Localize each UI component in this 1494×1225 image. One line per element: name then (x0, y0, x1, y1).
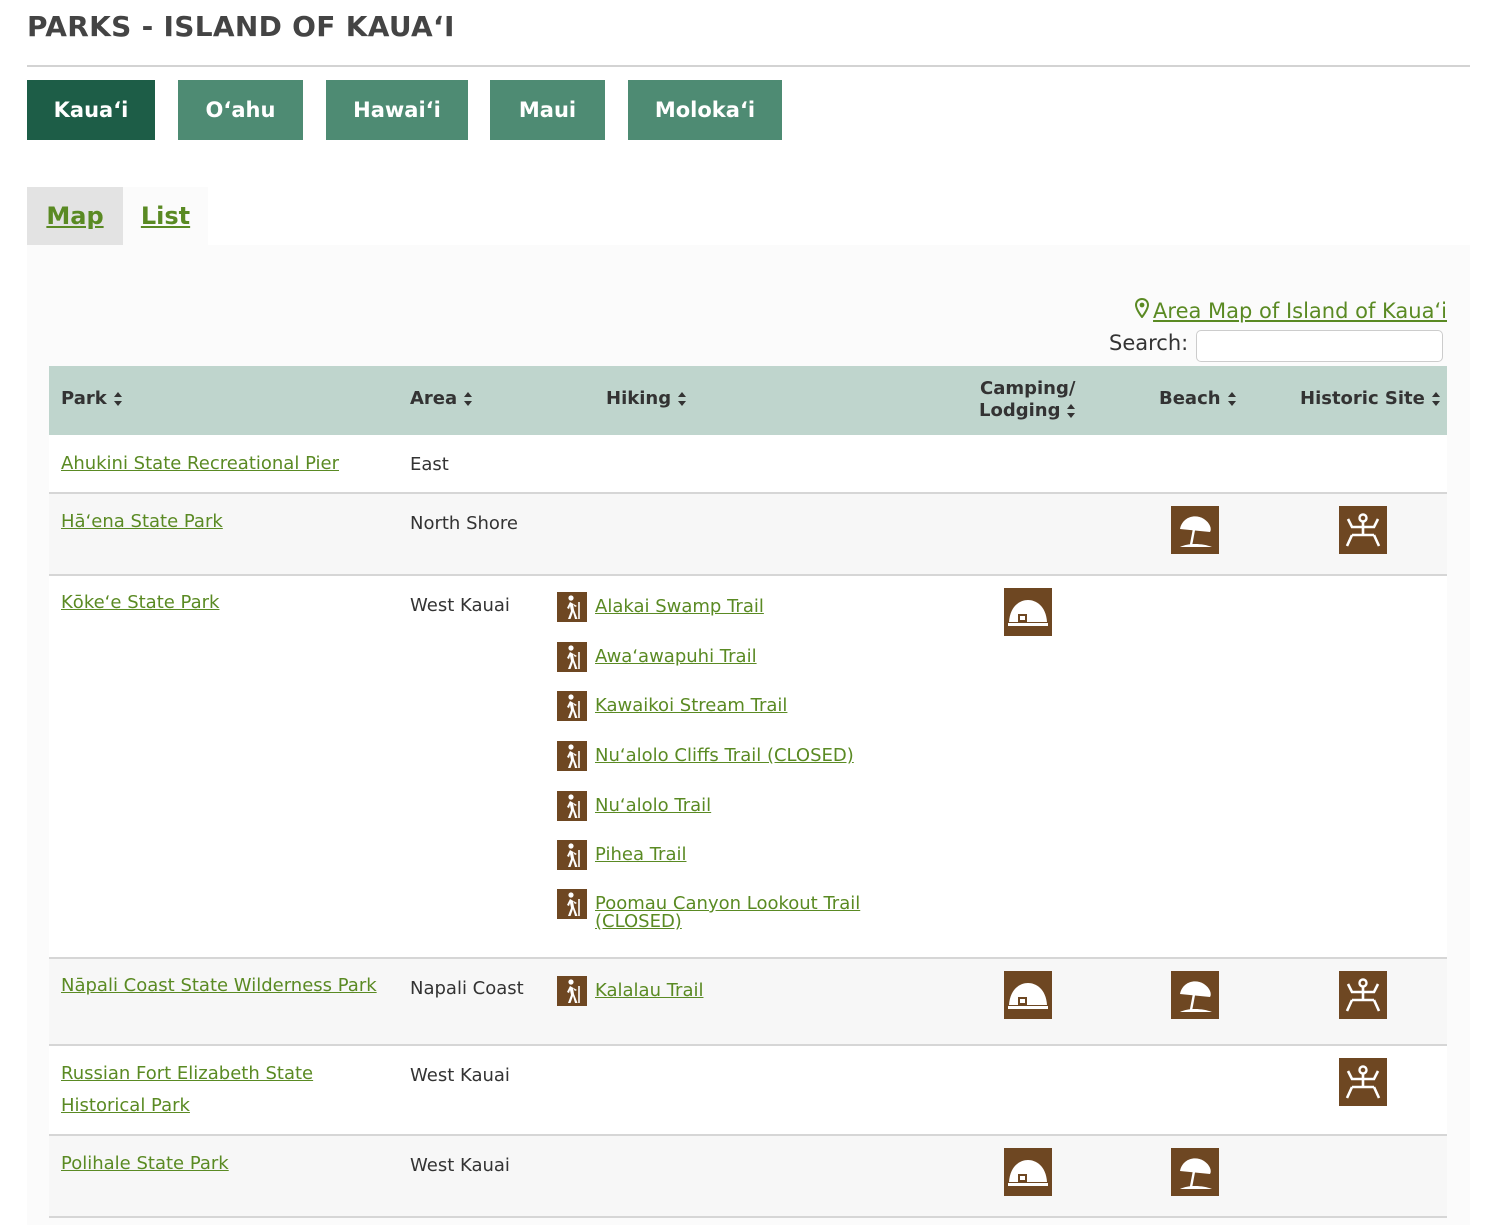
park-link[interactable]: Russian Fort Elizabeth State Historical … (61, 1058, 391, 1122)
page-title: PARKS - ISLAND OF KAUAʻI (27, 10, 455, 43)
tab-list[interactable]: List (123, 187, 208, 245)
table-row: Polihale State Park West Kauai (49, 1136, 1447, 1216)
trail-link: Nuʻalolo Trail (595, 795, 712, 816)
trail-item[interactable]: Nuʻalolo Trail (557, 791, 855, 821)
beach-umbrella-icon[interactable] (1171, 1148, 1219, 1196)
column-header-camping[interactable]: Camping/ Lodging (979, 378, 1076, 422)
table-row: Russian Fort Elizabeth State Historical … (49, 1046, 1447, 1134)
island-tab-molokai[interactable]: Molokaʻi (628, 80, 782, 140)
park-link[interactable]: Polihale State Park (61, 1148, 391, 1180)
hiker-icon (557, 840, 587, 870)
trail-item[interactable]: Kalalau Trail (557, 976, 855, 1006)
tent-icon[interactable] (1004, 1148, 1052, 1196)
island-tab-hawaii[interactable]: Hawaiʻi (326, 80, 468, 140)
petroglyph-icon[interactable] (1339, 506, 1387, 554)
park-area: East (410, 454, 449, 475)
hiker-icon (557, 691, 587, 721)
trail-link: Kawaikoi Stream Trail (595, 695, 788, 716)
column-header-area[interactable]: Area (410, 388, 473, 409)
title-divider (27, 65, 1470, 67)
park-link[interactable]: Kōkeʻe State Park (61, 587, 391, 619)
sort-icon (113, 391, 122, 406)
table-header: Park Area Hiking Camping/ Lodging Beach … (49, 366, 1447, 435)
trail-link: Awaʻawapuhi Trail (595, 646, 757, 667)
search-input[interactable] (1196, 330, 1443, 362)
trail-item[interactable]: Pihea Trail (557, 840, 855, 870)
trail-link: Kalalau Trail (595, 980, 704, 1001)
hiker-icon (557, 592, 587, 622)
hiker-icon (557, 741, 587, 771)
tab-map[interactable]: Map (27, 187, 123, 245)
sort-icon (1431, 391, 1440, 406)
trail-link: Alakai Swamp Trail (595, 596, 764, 617)
beach-umbrella-icon[interactable] (1171, 506, 1219, 554)
park-area: West Kauai (410, 1065, 510, 1086)
hiker-icon (557, 976, 587, 1006)
tent-icon[interactable] (1004, 588, 1052, 636)
trail-item[interactable]: Alakai Swamp Trail (557, 592, 855, 622)
column-header-beach[interactable]: Beach (1159, 388, 1237, 409)
trail-link: Poomau Canyon Lookout Trail (CLOSED) (595, 893, 861, 932)
table-row: Ahukini State Recreational Pier East (49, 435, 1447, 492)
sort-icon (1067, 404, 1076, 418)
park-area: Napali Coast (410, 978, 524, 999)
park-link[interactable]: Ahukini State Recreational Pier (61, 448, 391, 480)
petroglyph-icon[interactable] (1339, 1058, 1387, 1106)
petroglyph-icon[interactable] (1339, 971, 1387, 1019)
area-map-link-text: Area Map of Island of Kauaʻi (1153, 298, 1447, 323)
column-header-historic-site[interactable]: Historic Site (1300, 388, 1441, 409)
area-map-link[interactable]: Area Map of Island of Kauaʻi (1135, 297, 1447, 323)
park-area: West Kauai (410, 1155, 510, 1176)
column-header-hiking[interactable]: Hiking (606, 388, 687, 409)
sort-icon (1227, 391, 1236, 406)
park-area: North Shore (410, 513, 518, 534)
hiker-icon (557, 642, 587, 672)
tent-icon[interactable] (1004, 971, 1052, 1019)
trail-link: Nuʻalolo Cliffs Trail (CLOSED) (595, 745, 854, 766)
trail-item[interactable]: Poomau Canyon Lookout Trail (CLOSED) (557, 889, 865, 931)
sort-icon (678, 391, 687, 406)
trail-item[interactable]: Nuʻalolo Cliffs Trail (CLOSED) (557, 741, 895, 771)
trail-item[interactable]: Awaʻawapuhi Trail (557, 642, 855, 672)
park-link[interactable]: Hāʻena State Park (61, 506, 391, 538)
park-area: West Kauai (410, 595, 510, 616)
table-row: Hāʻena State Park North Shore (49, 494, 1447, 574)
search-label: Search: (1109, 331, 1189, 355)
column-header-park[interactable]: Park (61, 388, 123, 409)
sort-icon (464, 391, 473, 406)
beach-umbrella-icon[interactable] (1171, 971, 1219, 1019)
trail-item[interactable]: Kawaikoi Stream Trail (557, 691, 855, 721)
island-tab-oahu[interactable]: Oʻahu (178, 80, 303, 140)
island-tab-kauai[interactable]: Kauaʻi (27, 80, 155, 140)
trail-link: Pihea Trail (595, 844, 687, 865)
hiker-icon (557, 791, 587, 821)
map-marker-icon (1135, 297, 1150, 323)
island-tab-maui[interactable]: Maui (490, 80, 605, 140)
hiker-icon (557, 889, 587, 919)
park-link[interactable]: Nāpali Coast State Wilderness Park (61, 970, 391, 1002)
